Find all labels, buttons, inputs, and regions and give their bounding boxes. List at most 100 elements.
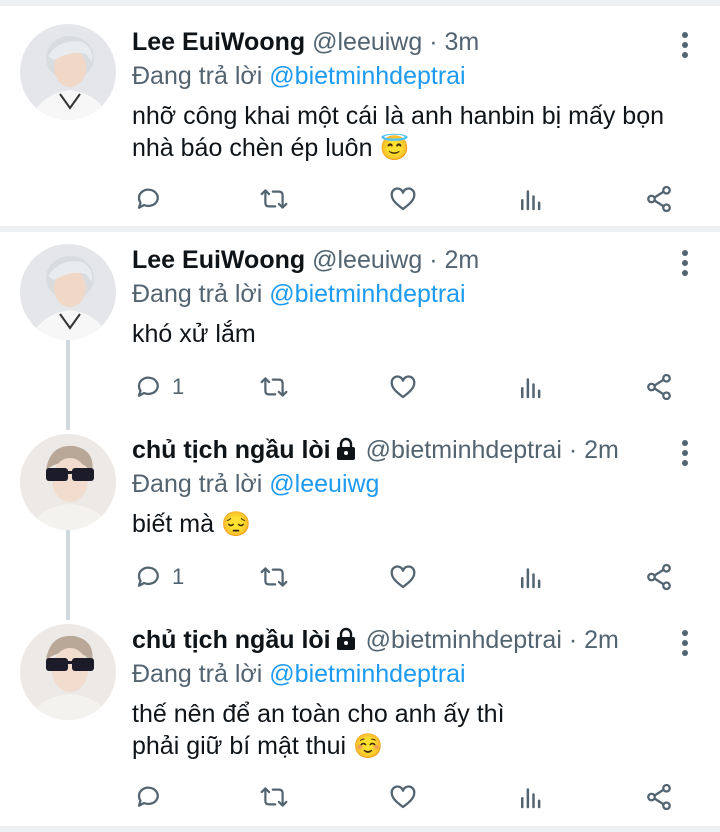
tweet-header: chủ tịch ngầu lòi @bietminhdeptrai · 2m: [132, 436, 619, 465]
share-button[interactable]: [644, 182, 674, 216]
tweet-text-body: thế nên để an toàn cho anh ấy thì phải g…: [132, 700, 505, 760]
share-button[interactable]: [644, 780, 674, 814]
more-icon[interactable]: [682, 32, 690, 62]
share-icon: [647, 783, 671, 811]
more-icon[interactable]: [682, 440, 690, 470]
lock-icon: [336, 437, 355, 460]
analytics-icon: [521, 190, 541, 211]
share-icon: [647, 373, 671, 401]
display-name[interactable]: Lee EuiWoong: [132, 28, 305, 56]
user-handle[interactable]: @leeuiwg: [312, 28, 422, 56]
tweet-header: Lee EuiWoong @leeuiwg · 3m: [132, 28, 479, 57]
action-bar: 1: [132, 560, 692, 594]
emoji: 😔: [220, 511, 251, 538]
like-icon: [390, 785, 416, 809]
more-icon[interactable]: [682, 630, 690, 660]
reply-icon: [137, 188, 159, 209]
reply-button[interactable]: [134, 182, 172, 216]
like-button[interactable]: [388, 560, 418, 594]
reply-count: 1: [172, 564, 185, 589]
like-button[interactable]: [388, 182, 418, 216]
tweet-text-body: khó xử lắm: [132, 320, 256, 348]
display-name[interactable]: chủ tịch ngầu lòi: [132, 436, 331, 464]
mention-link[interactable]: @bietminhdeptrai: [269, 660, 465, 688]
tweet-header: chủ tịch ngầu lòi @bietminhdeptrai · 2m: [132, 626, 619, 655]
analytics-button[interactable]: [516, 780, 546, 814]
avatar[interactable]: [20, 624, 116, 720]
tweet-text: khó xử lắm: [132, 318, 692, 350]
like-icon: [390, 565, 416, 589]
action-bar: [132, 182, 692, 216]
reply-button[interactable]: 1: [134, 560, 184, 594]
tweet-text: thế nên để an toàn cho anh ấy thì phải g…: [132, 698, 552, 763]
like-icon: [390, 187, 416, 211]
analytics-button[interactable]: [516, 182, 546, 216]
emoji: 😇: [379, 135, 410, 162]
mention-link[interactable]: @bietminhdeptrai: [269, 62, 465, 90]
avatar[interactable]: [20, 244, 116, 340]
avatar[interactable]: [20, 24, 116, 120]
dot-separator: ·: [429, 28, 438, 56]
share-button[interactable]: [644, 370, 674, 404]
reply-button[interactable]: [134, 780, 172, 814]
replying-prefix: Đang trả lời: [132, 470, 263, 498]
timestamp[interactable]: 3m: [445, 28, 480, 56]
reply-icon: [137, 376, 159, 397]
tweet-header: Lee EuiWoong @leeuiwg · 2m: [132, 246, 479, 275]
analytics-icon: [521, 568, 541, 589]
replying-to: Đang trả lời @bietminhdeptrai: [132, 62, 466, 91]
retweet-icon: [260, 567, 288, 587]
like-button[interactable]: [388, 780, 418, 814]
mention-link[interactable]: @bietminhdeptrai: [269, 280, 465, 308]
reply-button[interactable]: 1: [134, 370, 184, 404]
share-button[interactable]: [644, 560, 674, 594]
retweet-icon: [260, 787, 288, 807]
display-name[interactable]: chủ tịch ngầu lòi: [132, 626, 331, 654]
analytics-icon: [521, 378, 541, 399]
mention-link[interactable]: @leeuiwg: [269, 470, 379, 498]
tweet-text: nhỡ công khai một cái là anh hanbin bị m…: [132, 100, 692, 165]
user-handle[interactable]: @bietminhdeptrai: [366, 626, 562, 654]
tweet[interactable]: chủ tịch ngầu lòi @bietminhdeptrai · 2m …: [0, 422, 720, 612]
retweet-button[interactable]: [258, 560, 290, 594]
tweet[interactable]: chủ tịch ngầu lòi @bietminhdeptrai · 2m …: [0, 612, 720, 826]
lock-icon: [336, 627, 355, 650]
retweet-button[interactable]: [258, 182, 290, 216]
replying-prefix: Đang trả lời: [132, 660, 263, 688]
timestamp[interactable]: 2m: [584, 436, 619, 464]
emoji: ☺️: [353, 733, 383, 760]
retweet-button[interactable]: [258, 780, 290, 814]
dot-separator: ·: [568, 436, 578, 464]
tweet[interactable]: Lee EuiWoong @leeuiwg · 3m Đang trả lời …: [0, 6, 720, 226]
analytics-icon: [521, 788, 541, 809]
replying-prefix: Đang trả lời: [132, 280, 263, 308]
timestamp[interactable]: 2m: [445, 246, 480, 274]
separator: [0, 826, 720, 832]
dot-separator: ·: [568, 626, 578, 654]
dot-separator: ·: [429, 246, 438, 274]
analytics-button[interactable]: [516, 560, 546, 594]
like-button[interactable]: [388, 370, 418, 404]
share-icon: [647, 185, 671, 213]
like-icon: [390, 375, 416, 399]
user-handle[interactable]: @bietminhdeptrai: [366, 436, 562, 464]
timestamp[interactable]: 2m: [584, 626, 619, 654]
display-name[interactable]: Lee EuiWoong: [132, 246, 305, 274]
reply-icon: [137, 566, 159, 587]
tweet-text-body: biết mà: [132, 510, 214, 538]
reply-icon: [137, 786, 159, 807]
more-icon[interactable]: [682, 250, 690, 280]
replying-prefix: Đang trả lời: [132, 62, 263, 90]
retweet-button[interactable]: [258, 370, 290, 404]
replying-to: Đang trả lời @bietminhdeptrai: [132, 660, 466, 689]
analytics-button[interactable]: [516, 370, 546, 404]
retweet-icon: [260, 377, 288, 397]
share-icon: [647, 563, 671, 591]
avatar[interactable]: [20, 434, 116, 530]
user-handle[interactable]: @leeuiwg: [312, 246, 422, 274]
retweet-icon: [260, 189, 288, 209]
replying-to: Đang trả lời @bietminhdeptrai: [132, 280, 466, 309]
replying-to: Đang trả lời @leeuiwg: [132, 470, 379, 499]
tweet[interactable]: Lee EuiWoong @leeuiwg · 2m Đang trả lời …: [0, 232, 720, 422]
action-bar: [132, 780, 692, 814]
